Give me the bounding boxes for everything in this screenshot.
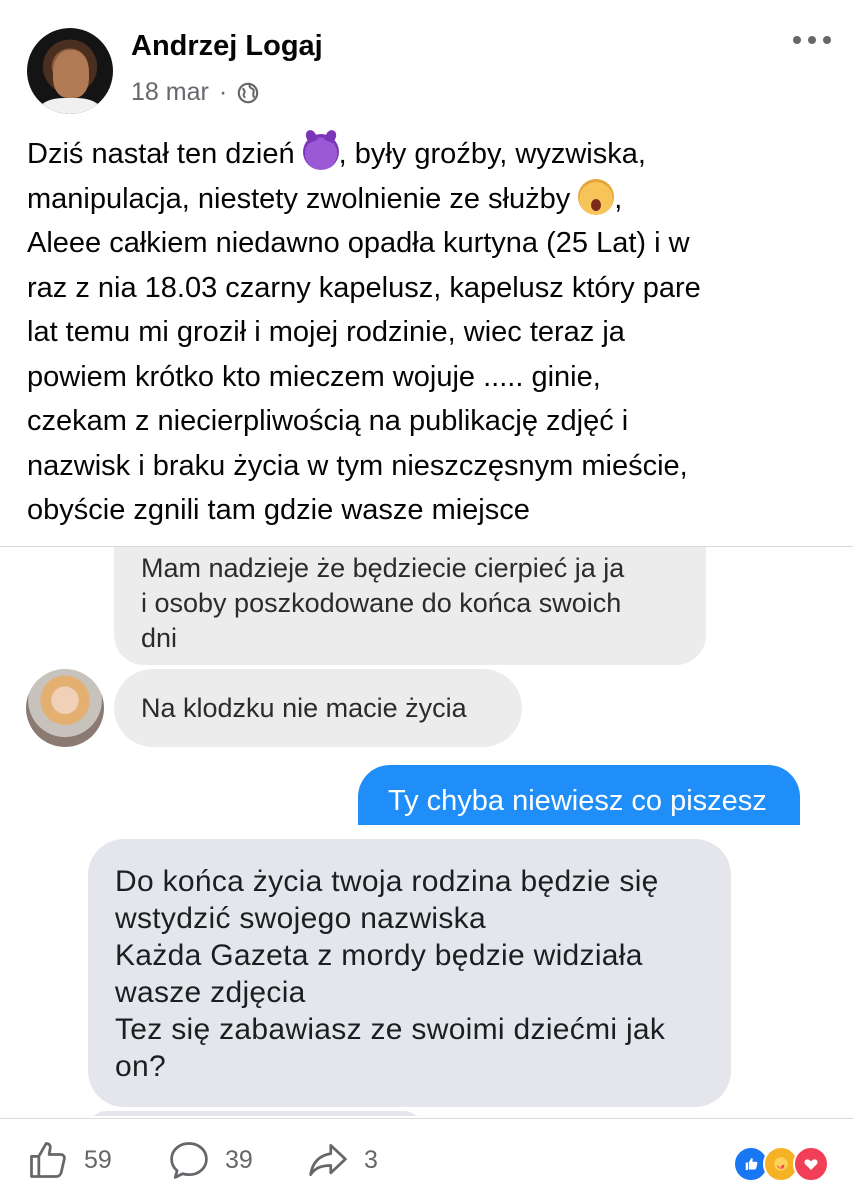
reply-bubble: Ty chyba niewiesz co piszesz [358, 765, 800, 825]
post-meta: 18 mar · [131, 78, 259, 107]
post-text-segment: Dziś nastał ten dzień [27, 138, 303, 170]
message-line: dni [141, 623, 178, 653]
comment-button[interactable]: 39 [167, 1119, 253, 1201]
more-dot [793, 36, 801, 44]
message-bubble: Na klodzku nie macie życia [114, 669, 522, 747]
post-text-segment: , [614, 182, 623, 215]
message-line: Tez się zabawiasz ze swoimi dziećmi jak [115, 1013, 666, 1046]
post-text-line: czekam z niecierpliwością na publikację … [27, 405, 629, 437]
post-text-line: Dziś nastał ten dzień , były groźby, wyz… [27, 132, 837, 177]
reply-text: Ty chyba niewiesz co piszesz [388, 785, 767, 817]
message-text: Do końca życia twoja rodzina będzie się … [115, 863, 665, 1085]
thumbs-up-icon [30, 1142, 66, 1178]
comment-icon [170, 1142, 208, 1179]
post-text: Dziś nastał ten dzień , były groźby, wyz… [27, 132, 837, 533]
more-dot [808, 36, 816, 44]
message-line: wstydzić swojego nazwiska [115, 902, 486, 935]
post-text-line: obyście zgnili tam gdzie wasze miejsce [27, 494, 530, 526]
author-avatar[interactable] [27, 28, 113, 114]
like-button[interactable]: 59 [26, 1119, 112, 1201]
share-count: 3 [364, 1145, 378, 1174]
message-line: wasze zdjęcia [115, 976, 306, 1009]
post-text-line: nazwisk i braku życia w tym nieszczęsnym… [27, 449, 688, 482]
post-text-segment: manipulacja, niestety zwolnienie ze służ… [27, 182, 579, 215]
message-bubble-partial [88, 1111, 422, 1116]
post-date[interactable]: 18 mar [131, 78, 209, 107]
comment-count: 39 [225, 1145, 253, 1174]
more-options-icon[interactable] [793, 36, 831, 44]
reactions-summary[interactable] [733, 1146, 829, 1182]
sender-avatar [26, 669, 104, 747]
love-reaction-icon [793, 1146, 829, 1182]
message-bubble: Do końca życia twoja rodzina będzie się … [88, 839, 731, 1107]
message-line: on? [115, 1050, 166, 1083]
globe-icon [237, 82, 259, 103]
more-dot [823, 36, 831, 44]
avatar-shirt [39, 98, 101, 114]
message-bubble: Mam nadzieje że będziecie cierpieć ja ja… [114, 547, 706, 665]
smiling-imp-emoji-icon [302, 134, 339, 170]
post-text-line: raz z nia 18.03 czarny kapelusz, kapelus… [27, 271, 701, 304]
message-line: Mam nadzieje że będziecie cierpieć ja ja [141, 553, 625, 583]
author-name[interactable]: Andrzej Logaj [131, 30, 323, 63]
message-line: Do końca życia twoja rodzina będzie się [115, 865, 659, 898]
like-count: 59 [84, 1145, 112, 1174]
embedded-chat-screenshot-2[interactable]: Do końca życia twoja rodzina będzie się … [0, 826, 853, 1116]
post-text-line: lat temu mi groził i mojej rodzinie, wie… [27, 316, 625, 348]
post-text-line: powiem krótko kto mieczem wojuje ..... g… [27, 360, 601, 393]
post-text-line: manipulacja, niestety zwolnienie ze służ… [27, 177, 837, 222]
post-text-segment: , były groźby, wyzwiska, [338, 138, 646, 170]
message-text: Na klodzku nie macie życia [141, 693, 467, 723]
share-button[interactable]: 3 [306, 1119, 378, 1201]
avatar-face [53, 50, 89, 98]
post-actions-bar: 59 39 3 [0, 1118, 853, 1201]
post-text-line: Aleee całkiem niedawno opadła kurtyna (2… [27, 227, 690, 259]
message-line: Każda Gazeta z mordy będzie widziała [115, 939, 643, 972]
weary-cat-emoji-icon [578, 178, 615, 215]
share-arrow-icon [309, 1143, 347, 1177]
message-text: Mam nadzieje że będziecie cierpieć ja ja… [141, 551, 624, 656]
embedded-chat-screenshot-1[interactable]: Mam nadzieje że będziecie cierpieć ja ja… [0, 546, 853, 825]
meta-separator: · [218, 78, 228, 106]
message-line: i osoby poszkodowane do końca swoich [141, 588, 622, 618]
